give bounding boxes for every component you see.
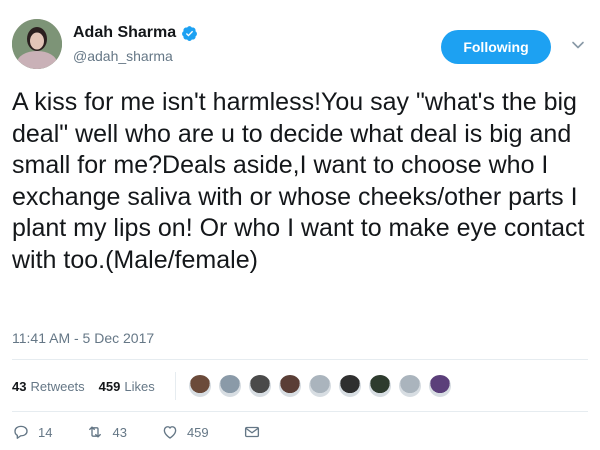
liker-avatar[interactable] xyxy=(217,374,242,398)
retweets-count: 43 xyxy=(12,378,27,394)
retweet-action[interactable]: 43 xyxy=(86,423,127,441)
direct-message-action[interactable] xyxy=(243,423,269,441)
name-row: Adah Sharma xyxy=(73,24,198,42)
stats-separator xyxy=(174,372,176,400)
like-action[interactable]: 459 xyxy=(161,423,209,441)
divider xyxy=(12,359,588,360)
heart-icon xyxy=(163,426,177,439)
liker-avatar[interactable] xyxy=(367,374,392,398)
tweet-card: Adah Sharma @adah_sharma Following A kis… xyxy=(0,0,600,450)
following-button[interactable]: Following xyxy=(441,30,551,64)
chevron-down-icon[interactable] xyxy=(571,38,585,52)
likes-label: Likes xyxy=(124,378,155,394)
liker-avatar[interactable] xyxy=(247,374,272,398)
retweets-label: Retweets xyxy=(30,378,85,394)
liker-avatars xyxy=(187,374,458,398)
divider xyxy=(12,411,588,412)
retweet-count: 43 xyxy=(112,424,127,440)
likes-stat[interactable]: 459 Likes xyxy=(99,379,155,394)
reply-icon xyxy=(14,425,28,439)
liker-avatar[interactable] xyxy=(187,374,212,398)
tweet-actions: 14 43 459 xyxy=(12,423,303,441)
liker-avatar[interactable] xyxy=(397,374,422,398)
envelope-icon xyxy=(244,426,259,438)
retweets-stat[interactable]: 43 Retweets xyxy=(12,379,85,394)
liker-avatar[interactable] xyxy=(337,374,362,398)
user-avatar[interactable] xyxy=(12,19,62,69)
liker-avatar[interactable] xyxy=(427,374,452,398)
reply-action[interactable]: 14 xyxy=(12,423,52,441)
liker-avatar[interactable] xyxy=(307,374,332,398)
user-handle[interactable]: @adah_sharma xyxy=(73,48,173,64)
like-count: 459 xyxy=(186,424,209,440)
reply-count: 14 xyxy=(38,424,53,440)
retweet-icon xyxy=(89,426,102,438)
display-name[interactable]: Adah Sharma xyxy=(73,24,176,42)
verified-badge-icon xyxy=(181,25,198,42)
tweet-text: A kiss for me isn't harmless!You say "wh… xyxy=(12,88,585,274)
liker-avatar[interactable] xyxy=(277,374,302,398)
tweet-timestamp[interactable]: 11:41 AM - 5 Dec 2017 xyxy=(12,330,154,346)
likes-count: 459 xyxy=(98,378,121,394)
tweet-stats: 43 Retweets 459 Likes xyxy=(12,366,458,406)
